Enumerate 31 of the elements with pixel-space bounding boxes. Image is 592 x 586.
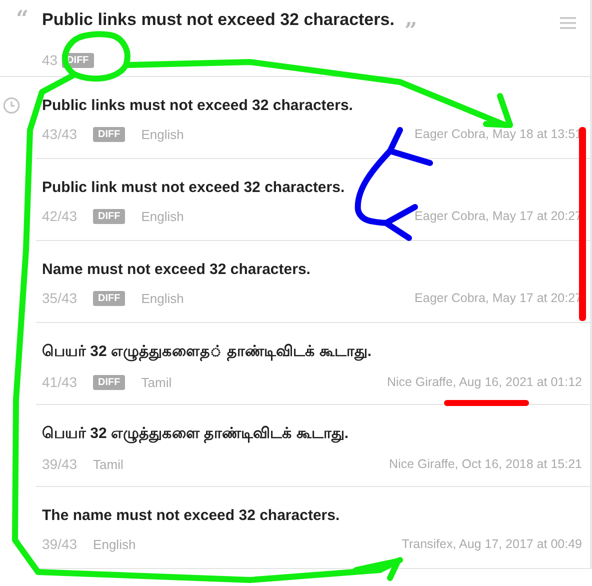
character-count: 41/43	[42, 374, 78, 390]
quote-mark-icon: “	[0, 8, 42, 76]
character-count: 43	[42, 52, 58, 68]
diff-tag[interactable]: DIFF	[93, 374, 126, 390]
language-label: Tamil	[141, 374, 172, 390]
translation-text: Name must not exceed 32 characters.	[42, 261, 312, 278]
language-label: English	[93, 536, 136, 552]
translation-text: The name must not exceed 32 characters.	[42, 507, 341, 524]
character-count: 39/43	[42, 456, 78, 472]
language-label: Tamil	[93, 456, 124, 472]
source-string: Public links must not exceed 32 characters.	[42, 9, 394, 30]
clock-icon	[3, 97, 20, 114]
language-label: English	[141, 290, 184, 306]
character-count: 39/43	[42, 536, 78, 552]
author-timestamp: Transifex, Aug 17, 2017 at 00:49	[402, 537, 583, 551]
quote-mark-icon: ”	[404, 20, 418, 42]
translation-text: Public link must not exceed 32 characters.	[42, 179, 346, 196]
language-label: English	[141, 208, 184, 224]
translation-text: Public links must not exceed 32 characters.	[42, 97, 354, 114]
diff-tag[interactable]: DIFF	[93, 126, 126, 142]
author-timestamp: Nice Giraffe, Oct 16, 2018 at 15:21	[389, 457, 583, 471]
translation-text: பெயர் 32 எழுத்துகளை தாண்டிவிடக் கூடாது.	[42, 425, 350, 444]
diff-tag[interactable]: DIFF	[93, 208, 126, 224]
character-count: 35/43	[42, 290, 78, 306]
character-count: 43/43	[42, 126, 78, 142]
diff-tag[interactable]: DIFF	[93, 290, 126, 306]
menu-icon[interactable]	[560, 17, 576, 29]
character-count: 42/43	[42, 208, 78, 224]
translation-text: பெயர் 32 எழுத்துகளைத◌் தாண்டிவிடக் கூடாது.	[42, 343, 373, 362]
language-label: English	[141, 126, 184, 142]
author-timestamp: Nice Giraffe, Aug 16, 2021 at 01:12	[386, 375, 583, 389]
